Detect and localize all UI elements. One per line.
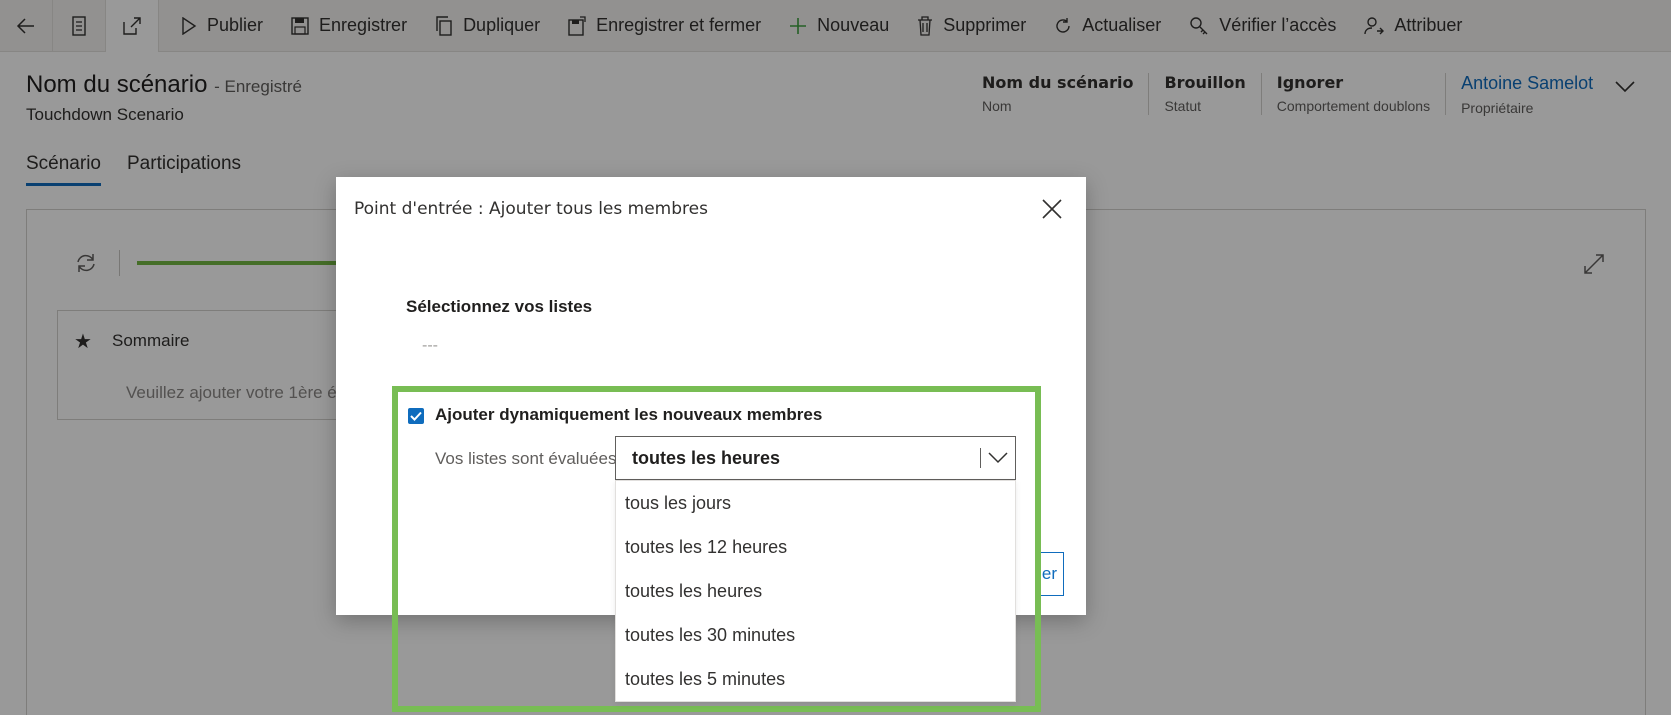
frequency-option-12-hours[interactable]: toutes les 12 heures: [616, 525, 1015, 569]
dynamic-members-checkbox[interactable]: [408, 408, 424, 424]
frequency-option-5-minutes[interactable]: toutes les 5 minutes: [616, 657, 1015, 701]
frequency-option-daily[interactable]: tous les jours: [616, 481, 1015, 525]
select-lists-label: Sélectionnez vos listes: [406, 297, 593, 316]
frequency-option-hourly[interactable]: toutes les heures: [616, 569, 1015, 613]
frequency-options-list: tous les jours toutes les 12 heures tout…: [615, 480, 1016, 702]
dynamic-members-label[interactable]: Ajouter dynamiquement les nouveaux membr…: [435, 405, 822, 425]
close-icon: [1042, 199, 1062, 219]
dropdown-divider: [980, 448, 981, 468]
chevron-down-icon: [988, 451, 1008, 469]
checkmark-icon: [410, 411, 422, 421]
select-lists-value[interactable]: ---: [422, 337, 438, 355]
frequency-option-30-minutes[interactable]: toutes les 30 minutes: [616, 613, 1015, 657]
close-button[interactable]: [1042, 199, 1062, 224]
evaluation-label: Vos listes sont évaluées: [435, 449, 617, 468]
frequency-dropdown[interactable]: toutes les heures: [615, 436, 1016, 480]
dialog-title: Point d'entrée : Ajouter tous les membre…: [354, 199, 708, 219]
frequency-selected-value: toutes les heures: [632, 448, 781, 468]
